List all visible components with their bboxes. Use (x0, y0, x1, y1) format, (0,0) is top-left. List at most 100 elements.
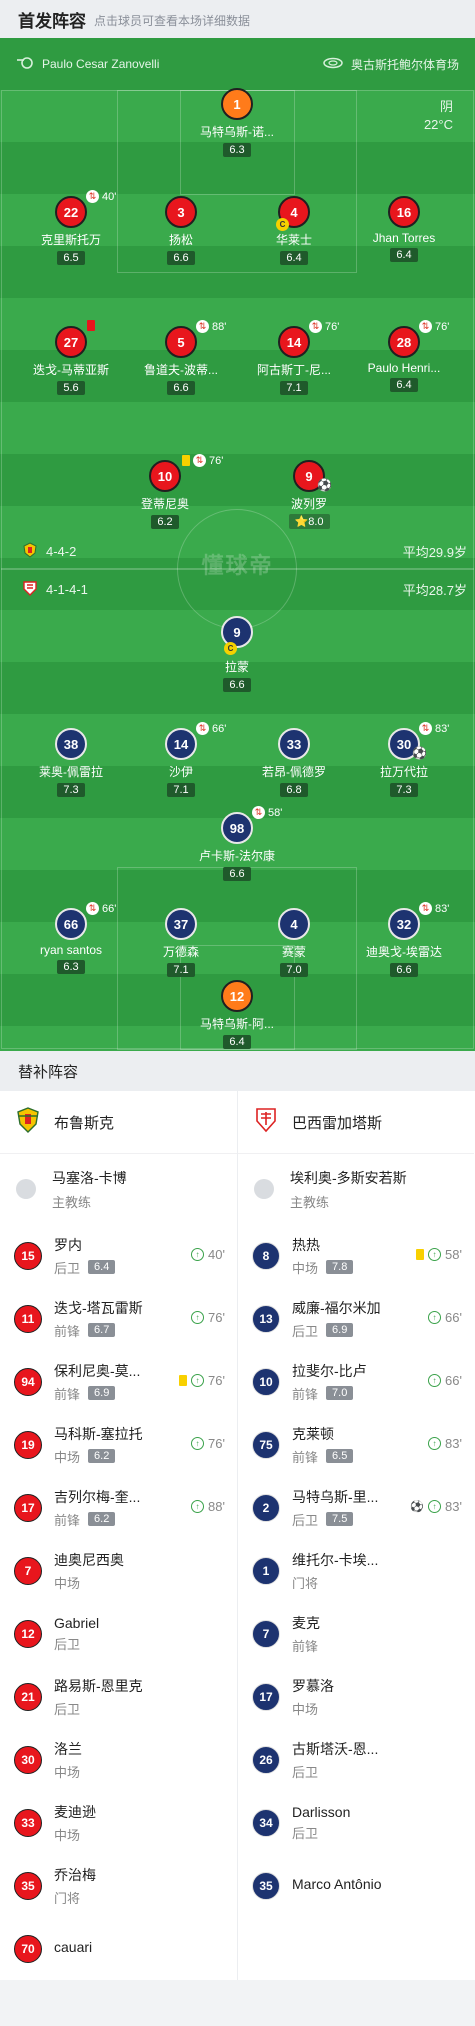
away-coach[interactable]: 埃利奥-多斯安若斯 主教练 (238, 1154, 474, 1224)
away-player[interactable]: 4 赛蒙 7.0 (239, 908, 349, 978)
home-player[interactable]: 28 ⇅ 76' Paulo Henri... 6.4 (349, 320, 459, 393)
home-player[interactable]: 4 C 华莱士 6.4 (239, 196, 349, 266)
player-name: ryan santos (39, 943, 103, 957)
home-player[interactable]: 22 ⇅ 40' 克里斯托万 6.5 (16, 190, 126, 266)
sub-number: 75 (252, 1430, 280, 1459)
substitute-row[interactable]: 30 洛兰 中场 (0, 1728, 237, 1791)
home-team-header[interactable]: 布鲁斯克 (0, 1091, 237, 1154)
away-player[interactable]: 33 若昂-佩德罗 6.8 (239, 728, 349, 798)
substitute-row[interactable]: 15 罗内 后卫 6.4 ↑ 40' (0, 1224, 237, 1287)
player-number: 3 (165, 196, 197, 228)
sub-name: 麦克 (292, 1614, 320, 1631)
player-rating: ⭐8.0 (288, 514, 330, 529)
home-subs-column: 布鲁斯克 马塞洛-卡博 主教练 15 罗内 后卫 6.4 ↑ 40' 11 迭戈-塔瓦雷斯 前锋… (0, 1091, 237, 1980)
player-name: Jhan Torres (372, 231, 436, 245)
sub-number: 2 (252, 1493, 280, 1522)
away-player[interactable]: 30 ⚽ ⇅ 83' 拉万代拉 7.3 (349, 722, 459, 798)
sub-out-icon: ⇅ (196, 722, 209, 735)
sub-name: 古斯塔沃-恩... (292, 1740, 379, 1757)
sub-marker: ⇅ 83' (419, 902, 449, 915)
away-player[interactable]: 38 莱奥-佩雷拉 7.3 (16, 728, 126, 798)
away-team-badge-icon (22, 580, 38, 599)
substitute-row[interactable]: 12 Gabriel 后卫 (0, 1602, 237, 1665)
substitute-row[interactable]: 21 路易斯-恩里克 后卫 (0, 1665, 237, 1728)
substitute-row[interactable]: 11 迭戈-塔瓦雷斯 前锋 6.7 ↑ 76' (0, 1287, 237, 1350)
sub-position: 中场 (54, 1449, 81, 1465)
captain-badge: C (224, 642, 237, 655)
sub-position: 中场 (54, 1827, 81, 1843)
away-team-header[interactable]: 巴西雷加塔斯 (238, 1091, 474, 1154)
sub-rating: 6.7 (88, 1323, 116, 1337)
substitute-row[interactable]: 33 麦迪逊 中场 (0, 1791, 237, 1854)
sub-position: 前锋 (292, 1386, 319, 1402)
away-player[interactable]: 9 C 拉蒙 6.6 (182, 616, 292, 693)
substitute-row[interactable]: 70 cauari (0, 1917, 237, 1980)
home-player[interactable]: 14 ⇅ 76' 阿古斯丁-尼... 7.1 (239, 320, 349, 396)
substitutes-section: 替补阵容 布鲁斯克 马塞洛-卡博 主教练 15 罗内 后卫 6.4 ↑ 40' 11 迭戈-塔… (0, 1051, 475, 1980)
player-name: 马特乌斯-阿... (200, 1017, 274, 1031)
away-player[interactable]: 12 马特乌斯-阿... 6.4 (182, 980, 292, 1050)
home-player[interactable]: 27 迭戈-马蒂亚斯 5.6 (16, 320, 126, 396)
home-player[interactable]: 5 ⇅ 88' 鲁道夫-波蒂... 6.6 (126, 320, 236, 396)
player-rating: 6.3 (57, 960, 85, 974)
sub-rating: 6.9 (88, 1386, 116, 1400)
away-player[interactable]: 32 ⇅ 83' 迪奥戈-埃雷达 6.6 (349, 902, 459, 978)
home-player[interactable]: 1 马特乌斯-诺... 6.3 (182, 88, 292, 158)
sub-rating: 6.4 (88, 1260, 116, 1274)
away-player[interactable]: 14 ⇅ 66' 沙伊 7.1 (126, 722, 236, 798)
lineup-header: 首发阵容 点击球员可查看本场详细数据 (0, 0, 475, 38)
sub-event: ↑ 58' (416, 1247, 462, 1262)
home-player[interactable]: 10 ⇅ 76' 登蒂尼奥 6.2 (110, 454, 223, 530)
player-name: 扬松 (168, 233, 193, 247)
player-number: 5 (165, 326, 197, 358)
sub-minute: 40' (102, 190, 117, 203)
substitute-row[interactable]: 34 Darlisson 后卫 (238, 1791, 474, 1854)
player-number: 33 (278, 728, 310, 760)
substitute-row[interactable]: 35 乔治梅 门将 (0, 1854, 237, 1917)
sub-out-icon: ⇅ (193, 454, 206, 467)
player-number: 38 (55, 728, 87, 760)
coach-role: 主教练 (52, 1194, 92, 1210)
referee-name: Paulo Cesar Zanovelli (42, 57, 160, 71)
substitute-row[interactable]: 1 维托尔-卡埃... 门将 (238, 1539, 474, 1602)
sub-out-icon: ⇅ (419, 902, 432, 915)
sub-number: 13 (252, 1304, 280, 1333)
player-rating: 7.0 (280, 963, 308, 977)
substitute-row[interactable]: 19 马科斯-塞拉托 中场 6.2 ↑ 76' (0, 1413, 237, 1476)
substitute-row[interactable]: 2 马特乌斯-里... 后卫 7.5 ⚽ ↑ 83' (238, 1476, 474, 1539)
pitch: Paulo Cesar Zanovelli 奥古斯托鲍尔体育场 阴 22°C 懂… (0, 38, 475, 1051)
substitute-row[interactable]: 17 罗慕洛 中场 (238, 1665, 474, 1728)
substitute-row[interactable]: 75 克莱顿 前锋 6.5 ↑ 83' (238, 1413, 474, 1476)
substitute-row[interactable]: 94 保利尼奥-莫... 前锋 6.9 ↑ 76' (0, 1350, 237, 1413)
substitute-row[interactable]: 35 Marco Antônio (238, 1854, 474, 1917)
home-coach[interactable]: 马塞洛-卡博 主教练 (0, 1154, 237, 1224)
substitute-row[interactable]: 8 热热 中场 7.8 ↑ 58' (238, 1224, 474, 1287)
sub-minute: 88' (208, 1499, 225, 1514)
substitute-row[interactable]: 7 迪奥尼西奥 中场 (0, 1539, 237, 1602)
away-player[interactable]: 98 ⇅ 58' 卢卡斯-法尔康 6.6 (182, 806, 292, 882)
player-rating: 7.1 (280, 381, 308, 395)
sub-name: 吉列尔梅-奎... (54, 1488, 141, 1505)
substitute-row[interactable]: 10 拉斐尔-比卢 前锋 7.0 ↑ 66' (238, 1350, 474, 1413)
sub-out-icon: ⇅ (86, 190, 99, 203)
sub-rating: 6.2 (88, 1449, 116, 1463)
away-avg-age: 平均28.7岁 (402, 583, 467, 598)
away-player[interactable]: 37 万德森 7.1 (126, 908, 236, 978)
home-player[interactable]: 3 扬松 6.6 (126, 196, 236, 266)
home-formation: 4-4-2 (22, 542, 76, 561)
goal-ball-icon: ⚽ (410, 1501, 425, 1513)
player-rating: 6.4 (280, 251, 308, 265)
substitute-row[interactable]: 7 麦克 前锋 (238, 1602, 474, 1665)
player-name: 马特乌斯-诺... (200, 125, 274, 139)
sub-minute: 66' (445, 1310, 462, 1325)
substitute-row[interactable]: 17 吉列尔梅-奎... 前锋 6.2 ↑ 88' (0, 1476, 237, 1539)
substitute-row[interactable]: 13 威廉-福尔米加 后卫 6.9 ↑ 66' (238, 1287, 474, 1350)
sub-number: 70 (14, 1934, 42, 1963)
sub-name: 罗慕洛 (292, 1677, 334, 1694)
home-player[interactable]: 9 ⚽ 波列罗 ⭐8.0 (254, 460, 364, 530)
home-team-badge-icon (16, 1107, 40, 1137)
away-player[interactable]: 66 ⇅ 66' ryan santos 6.3 (16, 902, 126, 975)
substitute-row[interactable]: 26 古斯塔沃-恩... 后卫 (238, 1728, 474, 1791)
sub-name: 路易斯-恩里克 (54, 1677, 143, 1694)
home-player[interactable]: 16 Jhan Torres 6.4 (349, 196, 459, 263)
